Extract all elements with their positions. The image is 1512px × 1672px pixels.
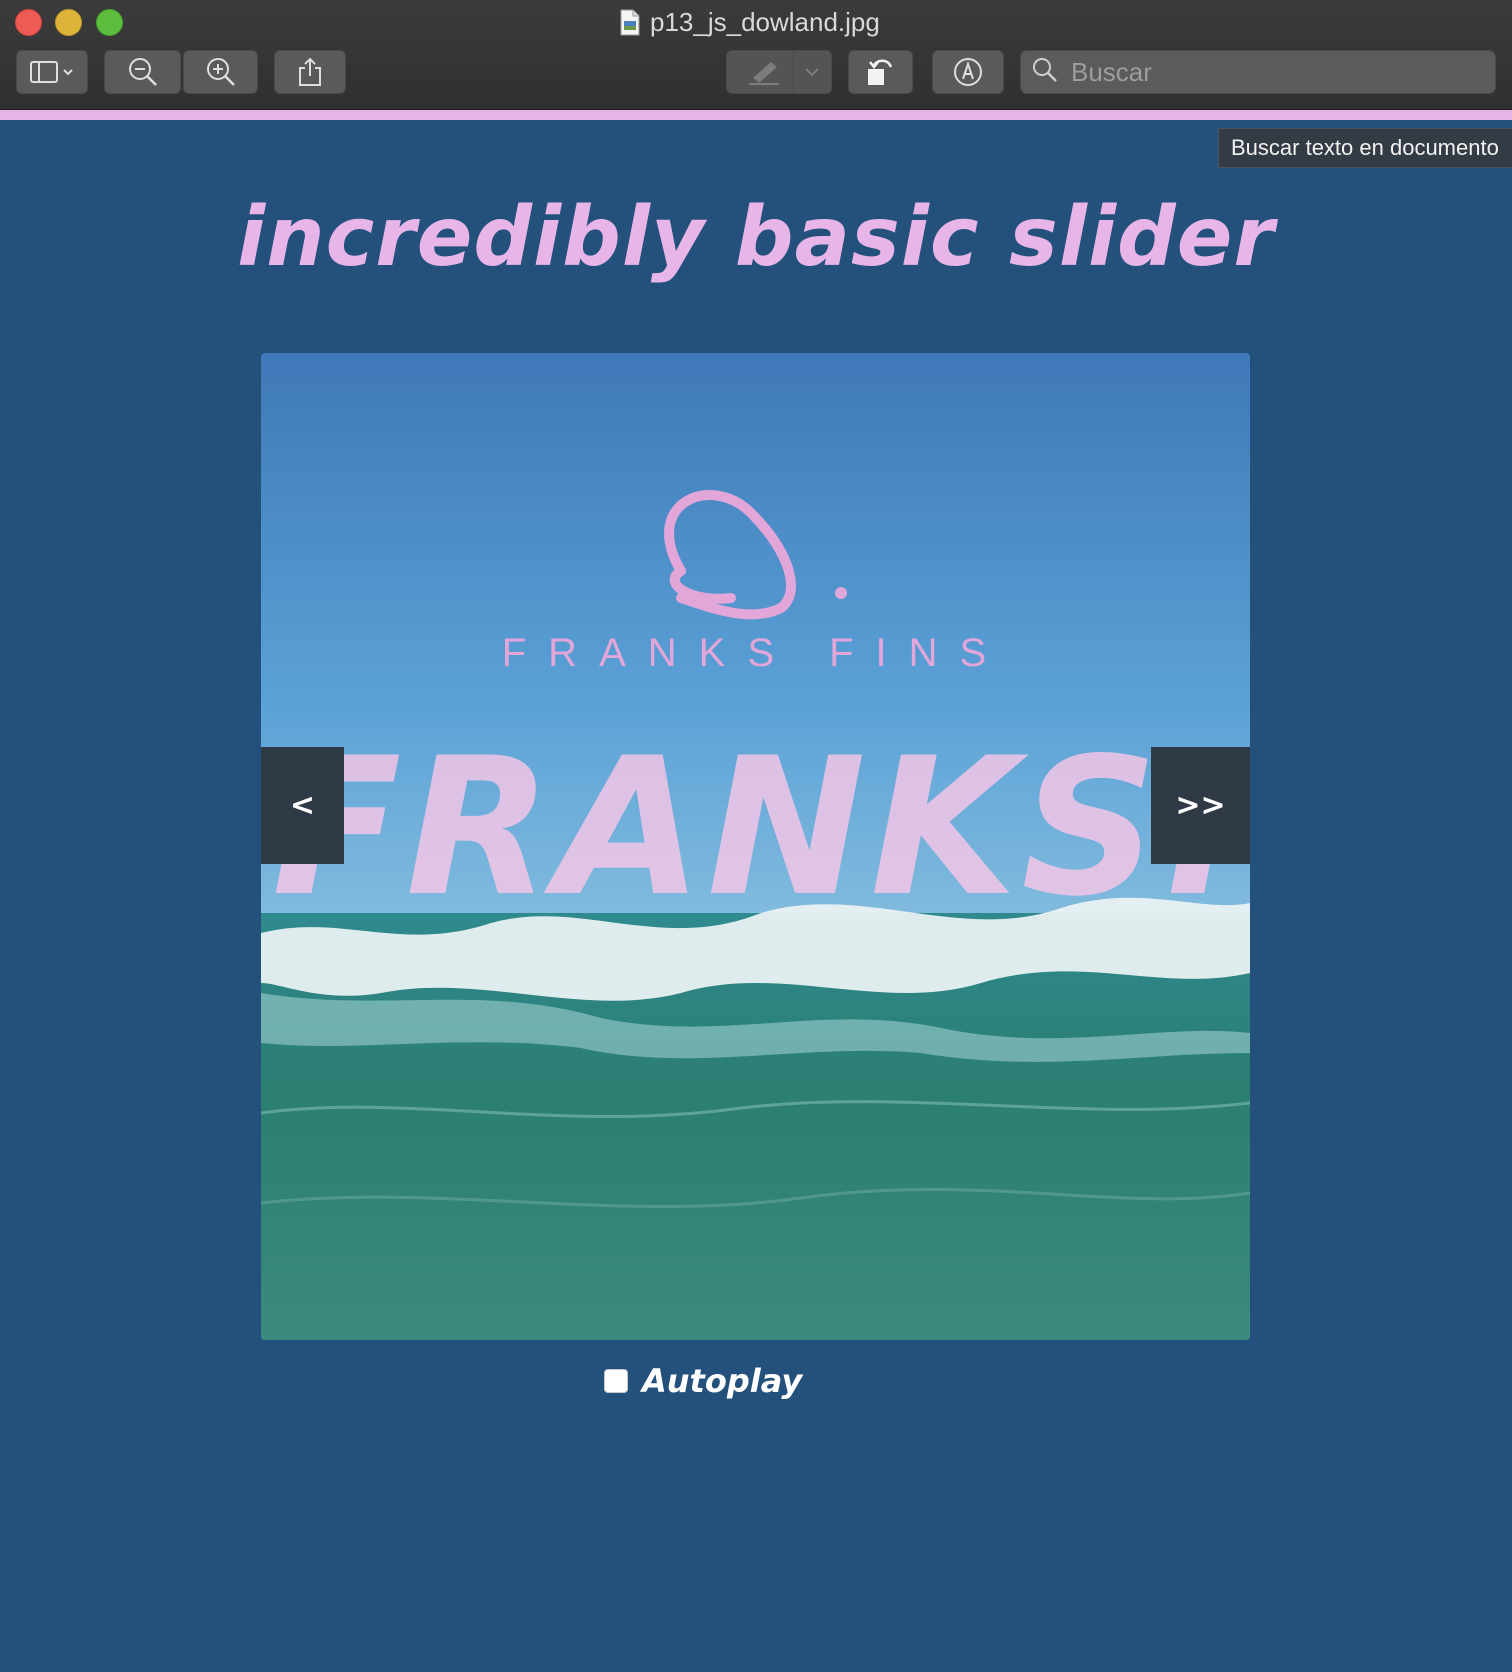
sidebar-toggle-button[interactable] <box>16 50 88 94</box>
search-input[interactable] <box>1069 55 1493 89</box>
brand-name-text: FRANKS FINS <box>502 631 1008 675</box>
zoom-in-button[interactable] <box>183 50 258 94</box>
search-icon <box>1031 56 1059 89</box>
share-icon <box>296 56 324 88</box>
search-field[interactable] <box>1020 50 1496 94</box>
preview-window: p13_js_dowland.jpg Buscar Buscar texto e… <box>0 0 1512 1672</box>
minimize-window-button[interactable] <box>55 9 82 36</box>
annotate-icon <box>952 56 984 88</box>
sidebar-icon <box>29 59 75 85</box>
rotate-icon <box>864 56 898 88</box>
zoom-out-icon <box>127 56 159 88</box>
previous-slide-button[interactable]: < <box>261 747 344 864</box>
chevron-down-icon <box>803 63 821 81</box>
markup-pen-button[interactable] <box>726 50 832 94</box>
zoom-window-button[interactable] <box>96 9 123 36</box>
annotate-button[interactable] <box>932 50 1004 94</box>
slide-artwork: FRANKS FINS FRANKS. <box>261 353 1250 1340</box>
search-tooltip: Buscar texto en documento <box>1218 128 1512 168</box>
rotate-button[interactable] <box>848 50 913 94</box>
document-icon <box>620 9 640 36</box>
close-window-button[interactable] <box>15 9 42 36</box>
zoom-out-button[interactable] <box>104 50 181 94</box>
share-button[interactable] <box>274 50 346 94</box>
window-title: p13_js_dowland.jpg <box>650 6 880 37</box>
tooltip-text: Buscar texto en documento <box>1231 135 1499 160</box>
window-title-area: p13_js_dowland.jpg <box>620 6 880 38</box>
zoom-in-icon <box>205 56 237 88</box>
slider-image: FRANKS FINS FRANKS. <box>261 353 1250 1340</box>
autoplay-checkbox[interactable] <box>604 1369 628 1393</box>
window-toolbar: p13_js_dowland.jpg <box>0 0 1512 110</box>
autoplay-control[interactable]: Autoplay <box>604 1362 802 1400</box>
page-heading: incredibly basic slider <box>237 190 1275 285</box>
page-top-stripe <box>0 110 1512 120</box>
autoplay-label: Autoplay <box>642 1362 803 1400</box>
pen-icon <box>747 58 783 86</box>
next-slide-button[interactable]: >> <box>1151 747 1250 864</box>
button-divider <box>793 51 794 93</box>
slide-big-text: FRANKS. <box>272 717 1238 938</box>
